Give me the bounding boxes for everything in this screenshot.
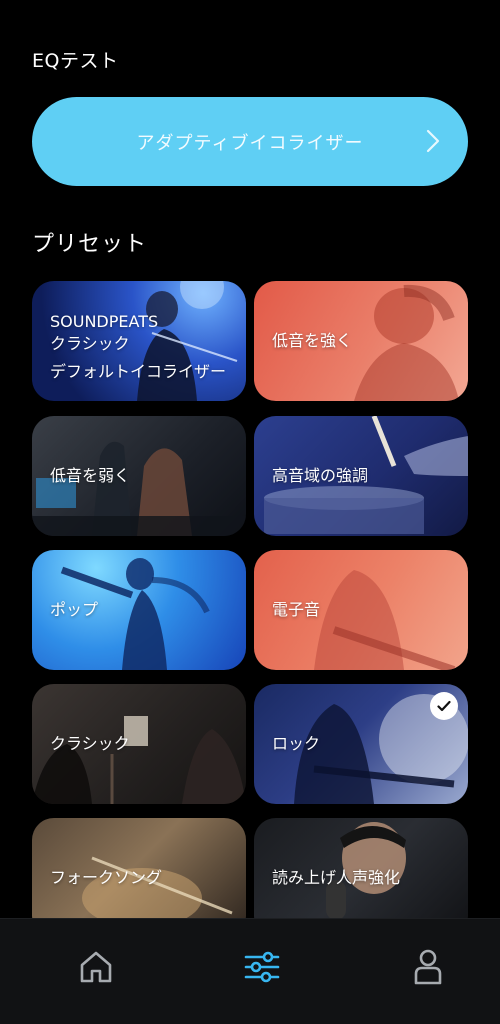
preset-card-electronic[interactable]: 電子音 xyxy=(254,550,468,670)
preset-label: クラシック xyxy=(50,734,130,753)
preset-label: 読み上げ人声強化 xyxy=(272,868,401,887)
adaptive-equalizer-button[interactable]: アダプティブイコライザー xyxy=(32,97,468,186)
preset-card-soundpeats-classic[interactable]: SOUNDPEATS クラシック デフォルトイコライザー xyxy=(32,281,246,401)
selected-check-icon xyxy=(430,692,458,720)
preset-label: 電子音 xyxy=(272,600,321,619)
preset-label: ポップ xyxy=(50,600,99,619)
preset-label: ロック xyxy=(272,734,321,753)
preset-card-treble-boost[interactable]: 高音域の強調 xyxy=(254,416,468,536)
equalizer-sliders-icon[interactable] xyxy=(242,947,282,987)
preset-label: 低音を強く xyxy=(272,331,353,350)
preset-card-rock[interactable]: ロック xyxy=(254,684,468,804)
preset-label: 低音を弱く xyxy=(50,466,131,485)
presets-title: プリセット xyxy=(32,232,148,257)
preset-label: SOUNDPEATS クラシック デフォルトイコライザー xyxy=(50,312,227,381)
preset-card-classic[interactable]: クラシック xyxy=(32,684,246,804)
preset-label: フォークソング xyxy=(50,868,163,887)
chevron-right-icon xyxy=(426,129,440,153)
bottom-navigation-bar xyxy=(0,918,500,1024)
preset-card-bass-reduce[interactable]: 低音を弱く xyxy=(32,416,246,536)
eq-screen: EQテスト アダプティブイコライザー プリセット SOUNDPEATS クラシッ… xyxy=(0,0,500,1024)
home-icon[interactable] xyxy=(76,947,116,987)
preset-card-bass-boost[interactable]: 低音を強く xyxy=(254,281,468,401)
profile-icon[interactable] xyxy=(408,947,448,987)
eq-test-title[interactable]: EQテスト xyxy=(32,46,118,73)
adaptive-equalizer-label: アダプティブイコライザー xyxy=(136,132,364,154)
preset-label: 高音域の強調 xyxy=(272,466,369,485)
preset-card-pop[interactable]: ポップ xyxy=(32,550,246,670)
